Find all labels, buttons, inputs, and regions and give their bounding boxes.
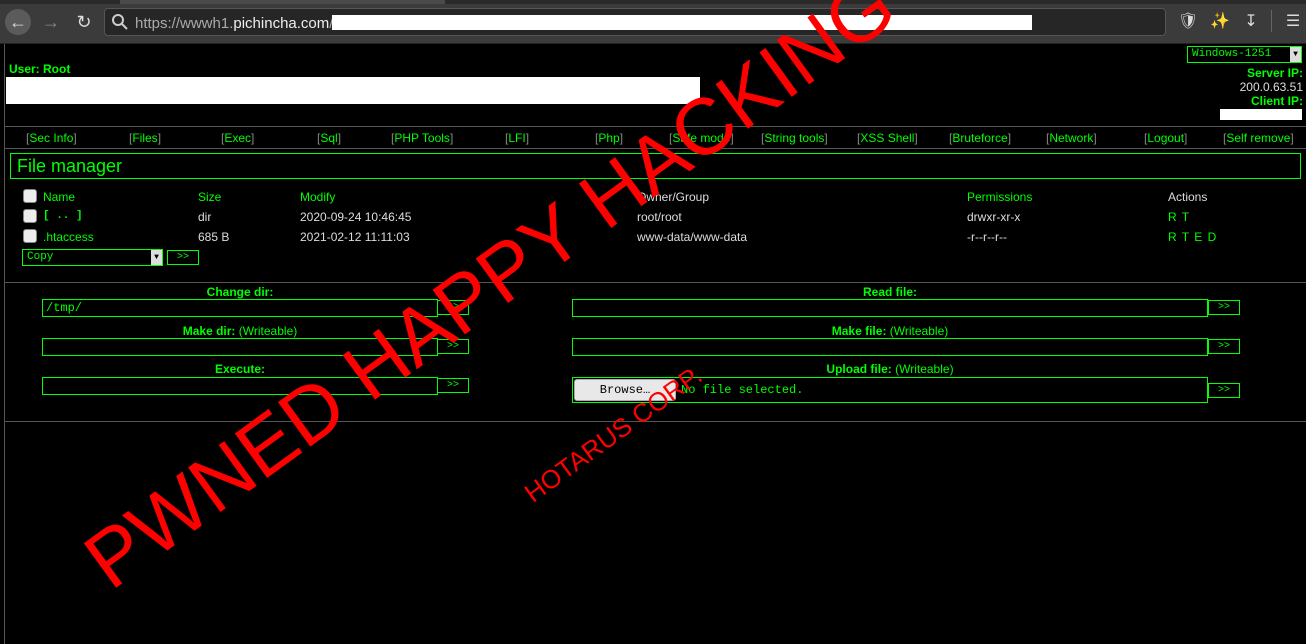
upload-file-label: Upload file: (Writeable)	[826, 362, 954, 376]
read-file-input[interactable]	[572, 299, 1208, 317]
divider	[5, 282, 1306, 283]
server-ip: 200.0.63.51	[1239, 80, 1303, 94]
execute-submit-button[interactable]: >>	[437, 378, 469, 393]
file-modified: 2020-09-24 10:46:45	[300, 210, 412, 224]
column-header-actions: Actions	[1168, 190, 1208, 204]
reload-icon[interactable]: ↻	[71, 9, 97, 35]
chevron-down-icon: ▼	[1290, 47, 1301, 62]
file-name-link[interactable]: .htaccess	[43, 230, 94, 244]
search-icon	[112, 14, 128, 30]
file-modified: 2021-02-12 11:11:03	[300, 230, 410, 244]
active-tab[interactable]	[120, 0, 445, 4]
redacted-client-ip	[1220, 109, 1302, 120]
menu-network[interactable]: [Network]	[1046, 131, 1097, 145]
redacted-url-path	[332, 15, 1032, 30]
forward-arrow-icon[interactable]: →	[38, 9, 64, 35]
row-checkbox[interactable]	[23, 229, 37, 243]
file-actions[interactable]: R T	[1168, 210, 1190, 224]
file-permissions[interactable]: drwxr-xr-x	[967, 210, 1020, 224]
menu-sec-info[interactable]: [Sec Info]	[26, 131, 77, 145]
file-actions[interactable]: R T E D	[1168, 230, 1217, 244]
column-header-permissions[interactable]: Permissions	[967, 190, 1032, 204]
make-file-label: Make file: (Writeable)	[831, 324, 949, 338]
file-size: 685 B	[198, 230, 230, 244]
redacted-info	[6, 77, 700, 104]
file-owner: www-data/www-data	[637, 230, 748, 244]
change-dir-label: Change dir:	[206, 285, 274, 299]
download-icon[interactable]: ↧	[1240, 10, 1262, 32]
bulk-action-submit-button[interactable]: >>	[167, 250, 199, 265]
hamburger-menu-icon[interactable]: ☰	[1282, 10, 1304, 32]
read-file-label: Read file:	[862, 285, 917, 299]
menu-php-tools[interactable]: [PHP Tools]	[391, 131, 453, 145]
back-arrow-icon[interactable]: ←	[5, 9, 31, 35]
tab-strip	[0, 0, 1306, 4]
client-ip-label: Client IP:	[1250, 94, 1303, 108]
file-permissions[interactable]: -r--r--r--	[967, 230, 1007, 244]
encoding-select[interactable]: Windows-1251 ▼	[1187, 46, 1302, 63]
broom-icon[interactable]: ✨	[1209, 10, 1231, 32]
menu-files[interactable]: [Files]	[129, 131, 161, 145]
upload-file-submit-button[interactable]: >>	[1208, 383, 1240, 398]
file-size: dir	[198, 210, 212, 224]
menu-logout[interactable]: [Logout]	[1144, 131, 1187, 145]
server-ip-label: Server IP:	[1246, 66, 1303, 80]
menu-self-remove[interactable]: [Self remove]	[1223, 131, 1294, 145]
row-checkbox[interactable]	[23, 209, 37, 223]
menu-xss-shell[interactable]: [XSS Shell]	[857, 131, 918, 145]
make-file-submit-button[interactable]: >>	[1208, 339, 1240, 354]
column-header-modify[interactable]: Modify	[300, 190, 335, 204]
menu-exec[interactable]: [Exec]	[221, 131, 254, 145]
url-text: https://wwwh1.pichincha.com/	[135, 15, 333, 32]
bulk-action-select[interactable]: Copy ▼	[22, 249, 163, 266]
menu-bruteforce[interactable]: [Bruteforce]	[949, 131, 1011, 145]
toolbar-separator	[1271, 10, 1272, 32]
encoding-value: Windows-1251	[1192, 48, 1272, 60]
column-header-name[interactable]: Name	[43, 190, 75, 204]
column-header-size[interactable]: Size	[198, 190, 221, 204]
user-label: User: Root	[9, 62, 71, 76]
select-all-checkbox[interactable]	[23, 189, 37, 203]
bulk-action-value: Copy	[27, 251, 54, 263]
address-bar[interactable]: https://wwwh1.pichincha.com/	[104, 8, 1166, 36]
menu-lfi[interactable]: [LFI]	[505, 131, 529, 145]
shield-icon[interactable]: 🛡︎	[1177, 10, 1199, 32]
make-file-input[interactable]	[572, 338, 1208, 356]
file-name-link[interactable]: [ .. ]	[43, 210, 83, 222]
read-file-submit-button[interactable]: >>	[1208, 300, 1240, 315]
browser-toolbar: ← → ↻ https://wwwh1.pichincha.com/ 🛡︎ ✨ …	[0, 0, 1306, 44]
menu-sql[interactable]: [Sql]	[317, 131, 341, 145]
chevron-down-icon: ▼	[151, 250, 162, 265]
